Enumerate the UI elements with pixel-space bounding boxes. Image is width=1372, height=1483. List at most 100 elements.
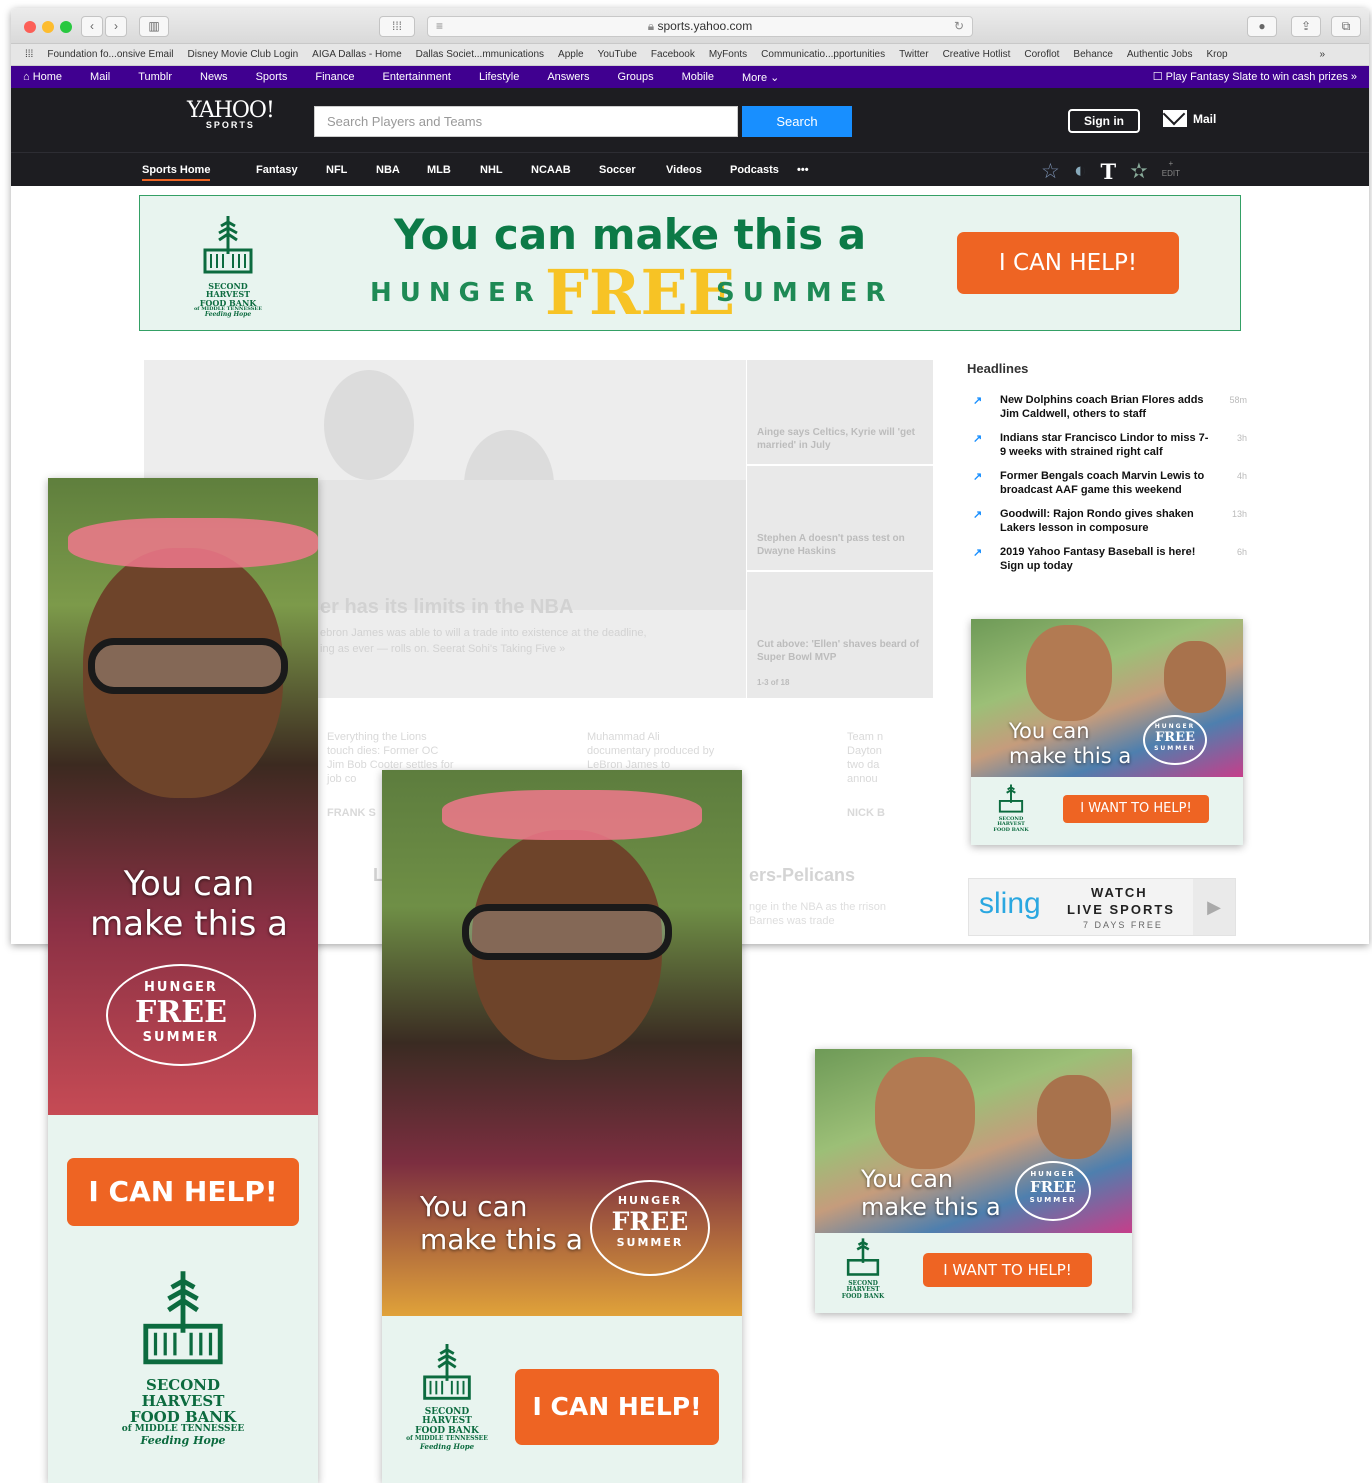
nav-tumblr[interactable]: Tumblr xyxy=(138,71,172,83)
more-tabs-icon[interactable]: ••• xyxy=(797,164,809,176)
bookmark-item[interactable]: Authentic Jobs xyxy=(1127,49,1193,60)
headline-item[interactable]: ↗ Former Bengals coach Marvin Lewis to br… xyxy=(967,469,1247,507)
bookmark-item[interactable]: Dallas Societ...mmunications xyxy=(416,49,544,60)
search-input[interactable]: Search Players and Teams xyxy=(314,106,738,137)
half-page-ad[interactable]: You can make this a HUNGER FREE SUMMER SECO… xyxy=(382,770,742,1483)
nav-finance[interactable]: Finance xyxy=(315,71,354,83)
address-bar[interactable]: ≡ 🔒︎ sports.yahoo.com ↻ xyxy=(427,16,973,37)
zoom-window-button[interactable] xyxy=(60,21,72,33)
nav-entertainment[interactable]: Entertainment xyxy=(383,71,451,83)
nav-sports[interactable]: Sports xyxy=(256,71,288,83)
bookmark-item[interactable]: Behance xyxy=(1073,49,1112,60)
strip-story[interactable]: Team n Dayton two da annou xyxy=(847,730,887,786)
bookmark-item[interactable]: Apple xyxy=(558,49,584,60)
banner-cta-button[interactable]: I CAN HELP! xyxy=(957,232,1179,294)
pager-text: 1-3 of 18 xyxy=(757,678,790,687)
tab-mlb[interactable]: MLB xyxy=(427,164,451,176)
tab-nfl[interactable]: NFL xyxy=(326,164,347,176)
bookmark-item[interactable]: Facebook xyxy=(651,49,695,60)
headline-item[interactable]: ↗ 2019 Yahoo Fantasy Baseball is here! Si… xyxy=(967,545,1247,583)
tab-nba[interactable]: NBA xyxy=(376,164,400,176)
play-icon[interactable]: ▶ xyxy=(1193,879,1235,935)
more-bookmarks-icon[interactable]: » xyxy=(1319,49,1325,60)
bookmark-item[interactable]: MyFonts xyxy=(709,49,747,60)
nav-mobile[interactable]: Mobile xyxy=(682,71,714,83)
rangers-t-icon[interactable]: T xyxy=(1101,159,1117,184)
tab-sports-home[interactable]: Sports Home xyxy=(142,164,211,181)
skyscraper-ad[interactable]: You can make this a HUNGER FREE SUMMER I CA… xyxy=(48,478,318,1483)
banner-ad[interactable]: SECOND HARVEST FOOD BANK of MIDDLE TENNE… xyxy=(139,195,1241,331)
reload-icon[interactable]: ↻ xyxy=(954,17,964,36)
mail-link[interactable]: Mail xyxy=(1163,110,1216,127)
nav-mail[interactable]: Mail xyxy=(90,71,110,83)
ad-cta-button[interactable]: I CAN HELP! xyxy=(515,1369,719,1445)
reader-icon[interactable]: ≡ xyxy=(436,17,443,36)
bookmark-item[interactable]: YouTube xyxy=(598,49,637,60)
medium-rectangle-ad[interactable]: You can make this a HUNGER FREE SUMMER SECO… xyxy=(971,619,1243,845)
bookmark-item[interactable]: Foundation fo...onsive Email xyxy=(47,49,173,60)
flower-crown xyxy=(68,518,318,568)
ad-photo-boys: You can make this a HUNGER FREE SUMMER xyxy=(971,619,1243,777)
food-bank-logo: SECOND HARVEST FOOD BANK xyxy=(989,783,1033,833)
forward-button[interactable]: › xyxy=(105,16,127,37)
back-button[interactable]: ‹ xyxy=(81,16,103,37)
headline-item[interactable]: ↗ Indians star Francisco Lindor to miss 7… xyxy=(967,431,1247,469)
side-story[interactable]: Stephen A doesn't pass test on Dwayne Ha… xyxy=(747,466,933,570)
bookmark-item[interactable]: Communicatio...pportunities xyxy=(761,49,885,60)
close-window-button[interactable] xyxy=(24,21,36,33)
nav-lifestyle[interactable]: Lifestyle xyxy=(479,71,519,83)
nav-answers[interactable]: Answers xyxy=(547,71,589,83)
trending-icon: ↗ xyxy=(973,433,983,445)
strip-story[interactable]: Muhammad Ali documentary produced by LeB… xyxy=(587,730,717,772)
share-icon[interactable]: ⇪ xyxy=(1291,16,1321,37)
side-stories: Ainge says Celtics, Kyrie will 'get marr… xyxy=(747,360,933,698)
search-button[interactable]: Search xyxy=(742,106,852,137)
trending-icon: ↗ xyxy=(973,547,983,559)
yahoo-global-nav: ⌂ Home Mail Tumblr News Sports Finance E… xyxy=(11,66,1369,88)
fantasy-promo-link[interactable]: ☐ Play Fantasy Slate to win cash prizes … xyxy=(1153,70,1357,83)
bookmarks-grid-icon[interactable]: ⁞⁞⁞ xyxy=(25,49,33,60)
headline-item[interactable]: ↗ Goodwill: Rajon Rondo gives shaken Lake… xyxy=(967,507,1247,545)
bookmark-item[interactable]: AIGA Dallas - Home xyxy=(312,49,401,60)
sign-in-button[interactable]: Sign in xyxy=(1068,109,1140,133)
minimize-window-button[interactable] xyxy=(42,21,54,33)
bookmark-item[interactable]: Twitter xyxy=(899,49,928,60)
feature-snippet: nge in the NBA as the rrison Barnes was … xyxy=(749,901,886,927)
hero-summary-1: ebron James was able to will a trade int… xyxy=(320,627,647,639)
tab-fantasy[interactable]: Fantasy xyxy=(256,164,298,176)
stars-icon[interactable]: ✫ xyxy=(1130,159,1148,184)
edit-teams-button[interactable]: + EDIT xyxy=(1162,159,1180,184)
nav-home[interactable]: ⌂ Home xyxy=(23,71,62,83)
ad-headline: You can make this a xyxy=(90,864,288,945)
tab-podcasts[interactable]: Podcasts xyxy=(730,164,779,176)
bookmark-item[interactable]: Krop xyxy=(1207,49,1228,60)
mavericks-icon[interactable]: ◐ xyxy=(1074,159,1087,184)
yahoo-sports-logo[interactable]: YAHOO! SPORTS xyxy=(187,98,275,130)
sidebar-icon[interactable]: ▥ xyxy=(139,16,169,37)
bookmark-item[interactable]: Creative Hotlist xyxy=(943,49,1011,60)
bookmark-item[interactable]: Coroflot xyxy=(1024,49,1059,60)
ad-cta-button[interactable]: I WANT TO HELP! xyxy=(923,1253,1092,1287)
ad-cta-button[interactable]: I WANT TO HELP! xyxy=(1063,795,1209,823)
nav-more[interactable]: More ⌄ xyxy=(742,71,779,84)
tab-soccer[interactable]: Soccer xyxy=(599,164,636,176)
headline-item[interactable]: ↗ New Dolphins coach Brian Flores adds Ji… xyxy=(967,393,1247,431)
tab-nhl[interactable]: NHL xyxy=(480,164,503,176)
grid-icon[interactable]: ⁞⁞⁞ xyxy=(379,16,415,37)
feature-title-right[interactable]: ers-Pelicans xyxy=(749,866,855,884)
tabs-icon[interactable]: ⧉ xyxy=(1331,16,1361,37)
bookmark-item[interactable]: Disney Movie Club Login xyxy=(188,49,299,60)
tab-videos[interactable]: Videos xyxy=(666,164,702,176)
nav-groups[interactable]: Groups xyxy=(618,71,654,83)
chevron-down-icon: ⌄ xyxy=(770,71,780,84)
cowboys-star-icon[interactable]: ☆ xyxy=(1041,159,1060,184)
side-story[interactable]: Ainge says Celtics, Kyrie will 'get marr… xyxy=(747,360,933,464)
tab-ncaab[interactable]: NCAAB xyxy=(531,164,571,176)
side-story[interactable]: Cut above: 'Ellen' shaves beard of Super… xyxy=(747,572,933,698)
nav-news[interactable]: News xyxy=(200,71,228,83)
sling-ad[interactable]: sling WATCH LIVE SPORTS 7 DAYS FREE ▶ xyxy=(968,878,1236,936)
ad-cta-button[interactable]: I CAN HELP! xyxy=(67,1158,299,1226)
extension-icon[interactable]: ● xyxy=(1247,16,1277,37)
medium-rectangle-ad[interactable]: You can make this a HUNGER FREE SUMMER SECO… xyxy=(815,1049,1132,1313)
sling-line: 7 DAYS FREE xyxy=(1083,920,1163,930)
